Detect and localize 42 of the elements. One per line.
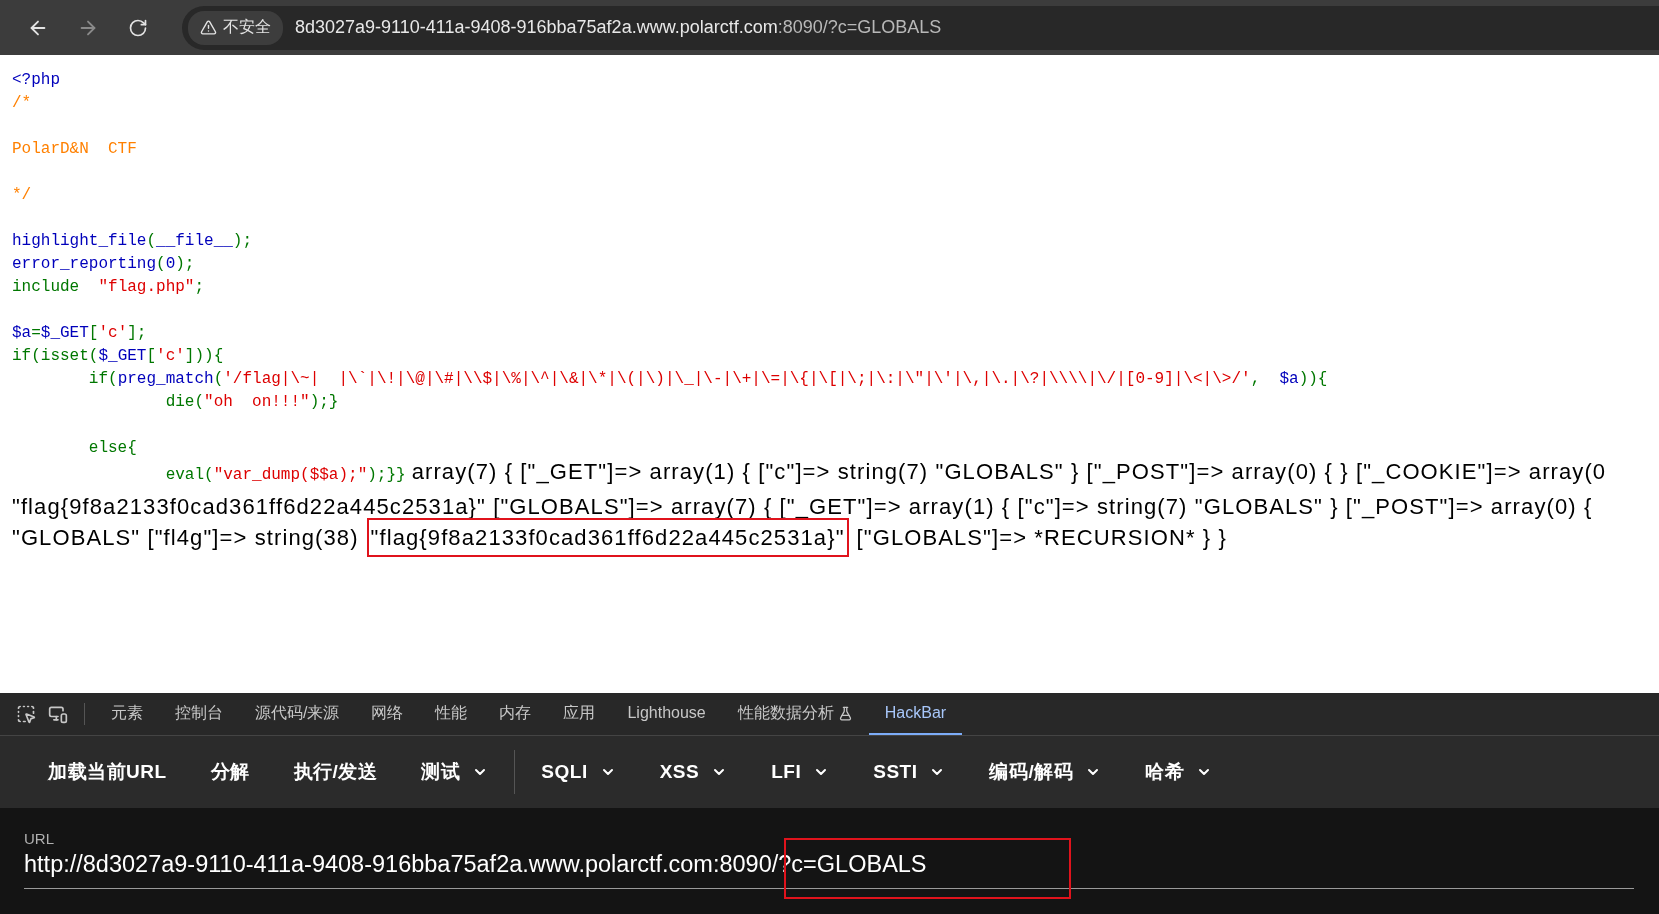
hackbar-button[interactable]: 分解 [188, 750, 272, 794]
hackbar-button[interactable]: 编码/解码 [967, 750, 1124, 794]
security-chip[interactable]: 不安全 [188, 10, 283, 45]
hackbar-button[interactable]: 哈希 [1123, 750, 1235, 794]
address-bar[interactable]: 不安全 8d3027a9-9110-411a-9408-916bba75af2a.www.polarctf.com:8090/?c=GLOBALS [182, 5, 1659, 50]
url-label: URL [24, 830, 55, 847]
devtools-tab[interactable]: 应用 [547, 693, 612, 735]
devtools-tab[interactable]: 源代码/来源 [239, 693, 356, 735]
devtools-tab[interactable]: 元素 [95, 693, 159, 735]
hackbar-button[interactable]: 测试 [399, 750, 511, 794]
code-line: else{ [87, 438, 137, 459]
output-text: ["GLOBALS"]=> *RECURSION* } } [856, 526, 1227, 549]
code-line: highlight_file(__file__); [12, 231, 253, 252]
hackbar-button[interactable]: SQLI [519, 750, 638, 794]
code-line: include "flag.php"; [12, 277, 205, 298]
hackbar-button[interactable]: SSTI [851, 750, 968, 794]
code-line: error_reporting(0); [12, 254, 195, 275]
reload-icon [128, 17, 148, 38]
hackbar-button[interactable]: LFI [749, 750, 852, 794]
hackbar-button[interactable]: 加载当前URL [26, 750, 189, 794]
code-line: $a=$_GET['c']; [12, 323, 147, 344]
highlighted-output-text: "flag{9f8a2133f0cad361ff6d22a445c2531a}" [366, 518, 849, 557]
output-text: "GLOBALS" ["fl4g"]=> string(38) [12, 526, 359, 549]
hackbar-button[interactable]: XSS [637, 750, 750, 794]
devtools-tab[interactable]: 性能 [419, 693, 484, 735]
code-line: eval("var_dump($$a);");}} [164, 465, 406, 486]
code-line: */ [12, 185, 32, 206]
devtools-tab[interactable]: 控制台 [159, 693, 239, 735]
code-line: /* [12, 93, 32, 114]
code-line: <?php [12, 70, 60, 91]
output-text: array(7) { ["_GET"]=> array(1) { ["c"]=> string(7) "GLOBALS" } ["_POST"]=> array(0) { } ["_COOKIE"]=> array(0 [411, 460, 1607, 483]
devtools-tab[interactable]: 性能数据分析 [721, 693, 869, 735]
hackbar-button[interactable]: 执行/发送 [271, 750, 400, 794]
devtools-tab[interactable]: Lighthouse [611, 693, 722, 735]
warning-icon [200, 19, 217, 36]
devtools-tab[interactable]: 网络 [355, 693, 420, 735]
devtools-tab[interactable]: 内存 [483, 693, 548, 735]
code-line: if(isset($_GET['c'])){ [12, 346, 224, 367]
code-line: die("oh on!!!");} [164, 392, 339, 413]
address-text: 8d3027a9-9110-411a-9408-916bba75af2a.www.polarctf.com:8090/?c=GLOBALS [295, 17, 942, 38]
code-line: if(preg_match('/flag|\~| |\`|\!|\@|\#|\\$|\%|\^|\&|\*|\(|\)|\_|\-|\+|\=|\{|\[|\;|\:|\"|\'|\,|\.|\?|\\\\|\/|[0-9]|\<|\>/', $a)){ [87, 369, 1328, 390]
code-line: PolarD&N CTF [12, 139, 137, 160]
